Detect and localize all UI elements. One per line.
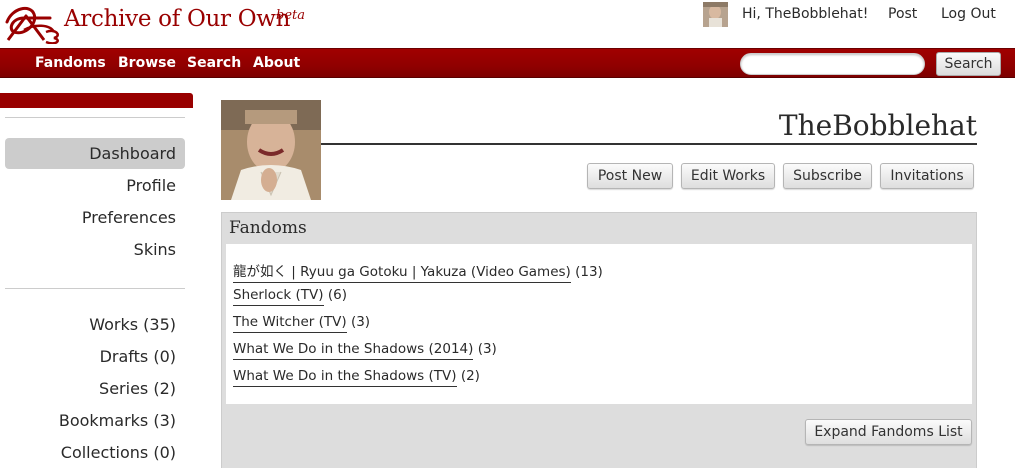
fandom-link[interactable]: The Witcher (TV) — [233, 314, 347, 333]
post-new-button[interactable]: Post New — [587, 163, 673, 189]
fandoms-heading: Fandoms — [229, 218, 307, 238]
sidebar-divider — [5, 288, 185, 289]
sidebar-item-profile[interactable]: Profile — [126, 176, 176, 195]
nav-browse[interactable]: Browse — [118, 55, 176, 71]
sidebar-item-works[interactable]: Works (35) — [89, 315, 176, 334]
nav-fandoms[interactable]: Fandoms — [35, 55, 106, 71]
sidebar-item-drafts[interactable]: Drafts (0) — [100, 347, 176, 366]
post-link[interactable]: Post — [888, 6, 917, 22]
sidebar-item-series[interactable]: Series (2) — [99, 379, 176, 398]
sidebar-item-dashboard[interactable]: Dashboard — [89, 144, 176, 163]
list-item: 龍が如く | Ryuu ga Gotoku | Yakuza (Video Ga… — [233, 260, 603, 283]
site-beta-label: beta — [276, 8, 305, 23]
list-item: What We Do in the Shadows (TV) (2) — [233, 368, 480, 387]
logout-link[interactable]: Log Out — [941, 6, 996, 22]
fandom-count: (2) — [460, 368, 480, 384]
profile-picture[interactable] — [221, 100, 321, 200]
profile-username: TheBobblehat — [778, 109, 977, 142]
subscribe-button[interactable]: Subscribe — [783, 163, 872, 189]
sidebar-item-bookmarks[interactable]: Bookmarks (3) — [59, 411, 176, 430]
fandom-link[interactable]: What We Do in the Shadows (TV) — [233, 368, 457, 387]
fandom-link[interactable]: 龍が如く | Ryuu ga Gotoku | Yakuza (Video Ga… — [233, 264, 571, 283]
search-button[interactable]: Search — [936, 52, 1001, 76]
fandom-count: (3) — [350, 314, 371, 330]
sidebar-item-skins[interactable]: Skins — [134, 240, 176, 259]
site-header: Archive of Our Own beta Hi, TheBobblehat… — [0, 0, 1015, 48]
fandom-link[interactable]: Sherlock (TV) — [233, 287, 324, 306]
list-item: The Witcher (TV) (3) — [233, 314, 371, 333]
search-input[interactable] — [740, 53, 925, 75]
fandoms-panel: Fandoms 龍が如く | Ryuu ga Gotoku | Yakuza (… — [221, 212, 977, 468]
list-item: What We Do in the Shadows (2014) (3) — [233, 341, 497, 360]
sidebar-item-collections[interactable]: Collections (0) — [61, 443, 176, 462]
fandom-count: (13) — [575, 264, 603, 280]
user-greeting-link[interactable]: Hi, TheBobblehat! — [742, 6, 868, 22]
user-avatar[interactable] — [703, 2, 728, 27]
fandom-link[interactable]: What We Do in the Shadows (2014) — [233, 341, 474, 360]
edit-works-button[interactable]: Edit Works — [681, 163, 775, 189]
fandom-count: (3) — [477, 341, 497, 357]
sidebar-item-preferences[interactable]: Preferences — [82, 208, 176, 227]
fandoms-list: 龍が如く | Ryuu ga Gotoku | Yakuza (Video Ga… — [226, 244, 972, 404]
invitations-button[interactable]: Invitations — [880, 163, 974, 189]
list-item: Sherlock (TV) (6) — [233, 287, 347, 306]
ao3-logo-icon[interactable] — [4, 2, 62, 44]
sidebar-header-bar — [0, 93, 193, 108]
nav-about[interactable]: About — [253, 55, 300, 71]
nav-search[interactable]: Search — [187, 55, 241, 71]
username-underline — [321, 143, 977, 145]
primary-navigation: Fandoms Browse Search About Search — [0, 48, 1015, 78]
fandom-count: (6) — [327, 287, 347, 303]
expand-fandoms-button[interactable]: Expand Fandoms List — [805, 419, 972, 445]
sidebar-divider — [5, 117, 185, 118]
site-title[interactable]: Archive of Our Own — [64, 6, 290, 32]
